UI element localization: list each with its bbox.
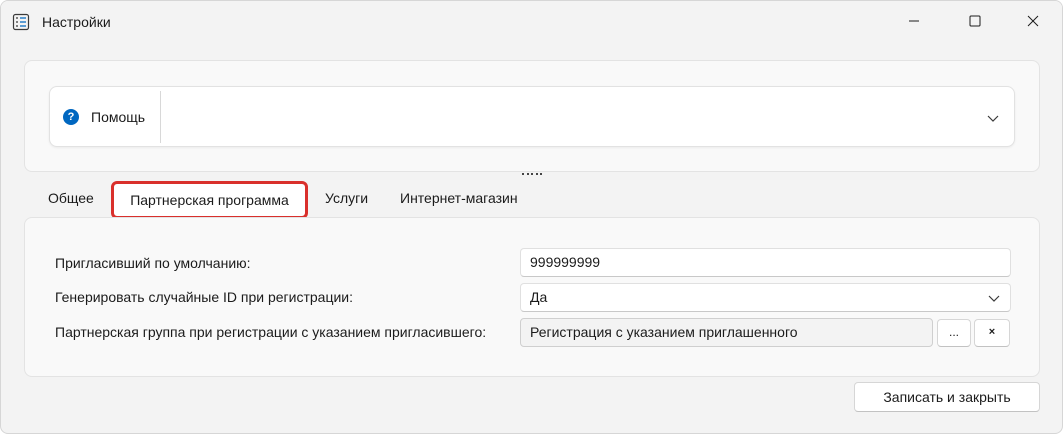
maximize-icon	[969, 15, 981, 27]
help-icon: ?	[63, 109, 79, 125]
maximize-button[interactable]	[952, 1, 998, 41]
minimize-button[interactable]	[891, 1, 937, 41]
random-id-value: Да	[530, 289, 548, 305]
partner-group-label: Партнерская группа при регистрации с ука…	[55, 324, 487, 340]
save-and-close-button[interactable]: Записать и закрыть	[854, 382, 1040, 412]
settings-list-icon	[12, 13, 30, 31]
tab-services[interactable]: Услуги	[325, 187, 368, 209]
tab-general[interactable]: Общее	[48, 187, 94, 209]
close-window-button[interactable]	[1010, 1, 1056, 41]
inviter-default-label: Пригласивший по умолчанию:	[55, 255, 251, 271]
settings-window: Настройки ? Помощь Общее Партнерская про…	[0, 0, 1063, 434]
clear-partner-group-button[interactable]: ×	[974, 319, 1010, 347]
help-label: Помощь	[91, 109, 146, 125]
title-bar: Настройки	[1, 1, 1062, 45]
partner-group-input[interactable]: Регистрация с указанием приглашенного	[520, 318, 933, 347]
chevron-down-icon[interactable]	[986, 111, 1000, 125]
inviter-default-input[interactable]: 999999999	[520, 248, 1011, 277]
help-divider	[160, 91, 161, 143]
tab-partner-program[interactable]: Партнерская программа	[111, 181, 308, 219]
minimize-icon	[909, 20, 919, 22]
select-partner-group-button[interactable]: ...	[937, 319, 971, 347]
splitter-handle[interactable]	[522, 173, 542, 177]
tab-online-shop[interactable]: Интернет-магазин	[400, 187, 518, 209]
random-id-select[interactable]: Да	[520, 283, 1011, 312]
help-expander[interactable]: ? Помощь	[49, 86, 1015, 147]
random-id-label: Генерировать случайные ID при регистраци…	[55, 289, 354, 305]
chevron-down-icon	[988, 295, 1000, 302]
close-icon	[1027, 15, 1039, 27]
window-title: Настройки	[42, 14, 111, 30]
